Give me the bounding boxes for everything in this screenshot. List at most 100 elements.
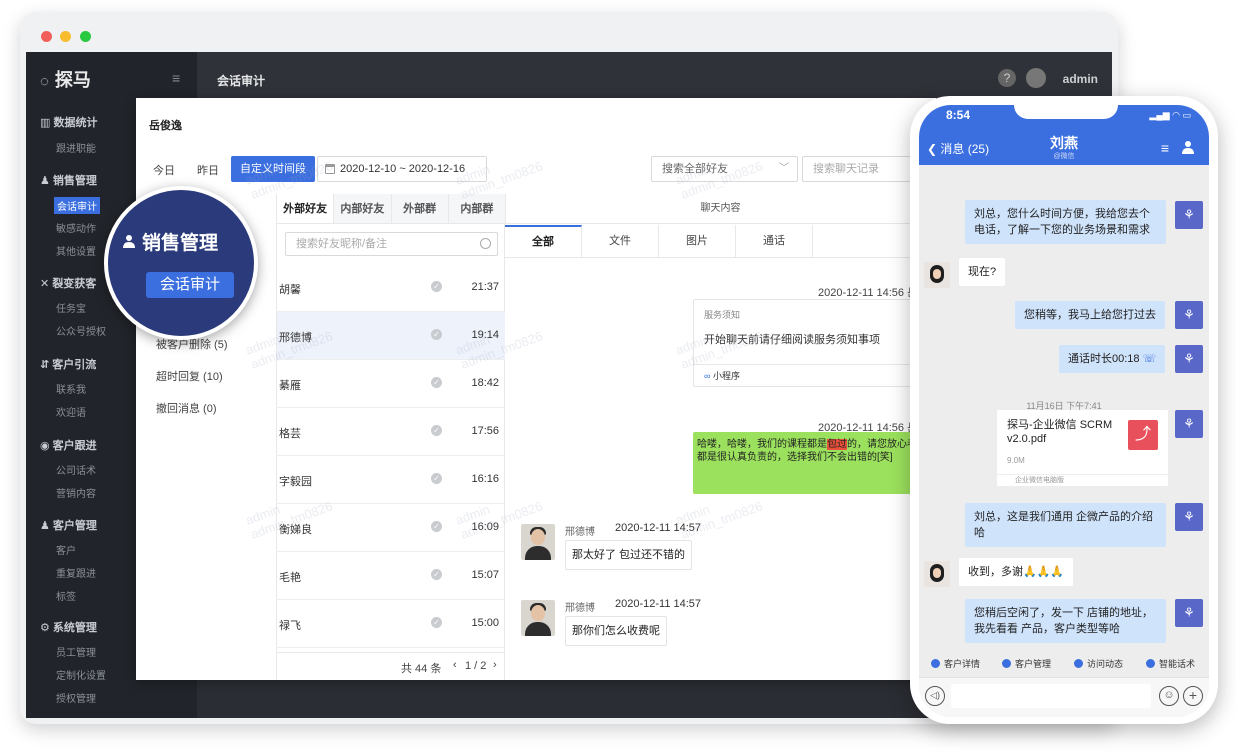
sent-message: 刘总，您什么时间方便，我给您去个电话，了解一下您的业务场景和需求 — [965, 200, 1166, 244]
chat-nav-bar: 8:54 ▂▄▆ ◠ ▭ ❮ 消息 (25) 刘燕 @微信 ≡ — [919, 105, 1209, 165]
sidebar-section-traffic[interactable]: ⇵ 客户引流 — [40, 356, 96, 372]
sent-message: 刘总，这是我们通用 企微产品的介绍哈 — [965, 503, 1166, 547]
list-item[interactable]: 格芸 ✓ 17:56 — [277, 408, 505, 456]
quick-action-bar: 客户详情 客户管理 访问动态 智能话术 — [919, 653, 1209, 677]
file-message[interactable]: 探马-企业微信 SCRM v2.0.pdf 9.0M ⤴ 企业微信电脑版 — [997, 410, 1168, 486]
next-page-icon[interactable]: › — [493, 659, 497, 671]
chat-panel: 聊天内容 全部 文件 图片 通话 2020-12-11 14:56 岳 服务须知… — [505, 194, 936, 680]
sidebar-section-stats[interactable]: ▥ 数据统计 — [40, 114, 97, 130]
voice-icon[interactable]: ◁) — [925, 686, 945, 706]
sidebar-section-label: 系统管理 — [52, 622, 97, 634]
friend-time: 15:00 — [471, 617, 499, 629]
window-maximize-dot[interactable] — [80, 31, 91, 42]
page-title: 会话审计 — [217, 74, 266, 88]
file-name: 探马-企业微信 SCRM v2.0.pdf — [1007, 419, 1113, 445]
sidebar-item[interactable]: 客户 — [56, 542, 76, 557]
friend-name: 胡馨 — [279, 284, 301, 296]
sidebar-item[interactable]: 任务宝 — [56, 300, 86, 315]
sidebar-item[interactable]: 其他设置 — [56, 243, 96, 258]
sidebar-section-sales[interactable]: ♟ 销售管理 — [40, 172, 97, 188]
status-clock: 8:54 — [946, 108, 971, 122]
callout-session-audit-button[interactable]: 会话审计 — [146, 272, 234, 298]
sidebar-item[interactable]: 重复跟进 — [56, 565, 96, 580]
emoji-icon[interactable]: ☺ — [1159, 686, 1179, 706]
sidebar-item[interactable]: 营销内容 — [56, 485, 96, 500]
customer-manage-button[interactable]: 客户管理 — [1002, 657, 1051, 670]
message-time: 2020-12-11 14:57 — [615, 598, 702, 610]
quick-action-label: 访问动态 — [1087, 659, 1124, 669]
tab-images[interactable]: 图片 — [659, 225, 736, 257]
window-minimize-dot[interactable] — [60, 31, 71, 42]
link-icon: ∞ — [704, 371, 711, 381]
check-icon: ✓ — [431, 425, 442, 436]
friend-name: 毛艳 — [279, 572, 301, 584]
help-icon[interactable]: ? — [998, 69, 1016, 87]
sensitive-word-highlight: 包过 — [827, 439, 847, 450]
visit-activity-button[interactable]: 访问动态 — [1074, 657, 1123, 670]
sidebar-item[interactable]: 定制化设置 — [56, 667, 106, 682]
profile-icon[interactable] — [1181, 140, 1195, 154]
sidebar-item[interactable]: 授权管理 — [56, 690, 96, 705]
sidebar-section-fission[interactable]: ✕ 裂变获客 — [40, 275, 96, 291]
session-audit-panel: 岳俊逸 今日 昨日 自定义时间段 2020-12-10 ~ 2020-12-16… — [136, 98, 936, 680]
friend-time: 18:42 — [471, 377, 499, 389]
avatar — [521, 600, 555, 636]
smart-script-button[interactable]: 智能话术 — [1146, 657, 1195, 670]
sidebar-item[interactable]: 联系我 — [56, 381, 86, 396]
tab-calls[interactable]: 通话 — [736, 225, 813, 257]
tab-internal-groups[interactable]: 内部群 — [448, 194, 506, 223]
quick-action-label: 客户详情 — [944, 659, 981, 669]
sidebar-section-label: 数据统计 — [53, 117, 98, 129]
tab-internal-friends[interactable]: 内部好友 — [334, 194, 392, 223]
sidebar-item[interactable]: 敏感动作 — [56, 220, 96, 235]
friend-time: 21:37 — [471, 281, 499, 293]
check-icon: ✓ — [431, 329, 442, 340]
message-input[interactable] — [951, 684, 1151, 708]
card-footer: ∞ 小程序 — [694, 364, 936, 388]
tab-files[interactable]: 文件 — [582, 225, 659, 257]
menu-icon[interactable]: ≡ — [1161, 140, 1169, 156]
check-icon: ✓ — [431, 569, 442, 580]
sidebar-section-system[interactable]: ⚙ 系统管理 — [40, 619, 97, 635]
list-item[interactable]: 禄飞 ✓ 15:00 — [277, 600, 505, 648]
call-duration-text: 通话时长00:18 — [1068, 353, 1140, 365]
list-item[interactable]: 毛艳 ✓ 15:07 — [277, 552, 505, 600]
sidebar-item[interactable]: 员工管理 — [56, 644, 96, 659]
tab-external-groups[interactable]: 外部群 — [391, 194, 449, 223]
pager-total: 共 44 条 — [401, 663, 442, 675]
tab-all[interactable]: 全部 — [505, 225, 582, 257]
avatar — [521, 524, 555, 560]
stat-timeout[interactable]: 超时回复 (10) — [156, 368, 223, 384]
agent-avatar: ⚘ — [1175, 410, 1203, 438]
message-text: 哈喽，哈喽，我们的课程都是 — [697, 439, 827, 450]
pagination: 共 44 条 ‹ 1 / 2 › — [277, 652, 505, 680]
current-user[interactable]: admin — [1063, 72, 1098, 86]
sidebar-item[interactable]: 欢迎语 — [56, 404, 86, 419]
sidebar-item[interactable]: 跟进职能 — [56, 140, 96, 155]
stat-recalled[interactable]: 撤回消息 (0) — [156, 400, 217, 416]
avatar[interactable] — [1026, 68, 1046, 88]
user-icon — [123, 235, 135, 248]
window-close-dot[interactable] — [41, 31, 52, 42]
list-item[interactable]: 胡馨 ✓ 21:37 — [277, 264, 505, 312]
sidebar-item-session-audit[interactable]: 会话审计 — [54, 197, 100, 214]
sidebar-section-customers[interactable]: ♟ 客户管理 — [40, 517, 97, 533]
sidebar-item[interactable]: 公司话术 — [56, 462, 96, 477]
sidebar-item[interactable]: 公众号授权 — [56, 323, 106, 338]
friend-search-input[interactable]: 搜索好友昵称/备注 — [285, 232, 498, 256]
check-icon: ✓ — [431, 377, 442, 388]
yesterday-button[interactable]: 昨日 — [197, 162, 219, 178]
prev-page-icon[interactable]: ‹ — [453, 659, 457, 671]
sidebar-item[interactable]: 标签 — [56, 588, 76, 603]
sidebar-section-followup[interactable]: ◉ 客户跟进 — [40, 437, 97, 453]
search-icon — [480, 238, 491, 249]
customer-detail-button[interactable]: 客户详情 — [931, 657, 980, 670]
today-button[interactable]: 今日 — [153, 162, 175, 178]
phone-icon: ☏ — [1142, 353, 1157, 365]
menu-collapse-icon[interactable]: ≡ — [172, 70, 180, 86]
sidebar-section-label: 客户引流 — [52, 359, 97, 371]
chat-header: 聊天内容 — [505, 194, 936, 224]
plus-icon[interactable]: + — [1183, 686, 1203, 706]
tab-external-friends[interactable]: 外部好友 — [277, 194, 335, 223]
customer-avatar — [924, 561, 950, 587]
